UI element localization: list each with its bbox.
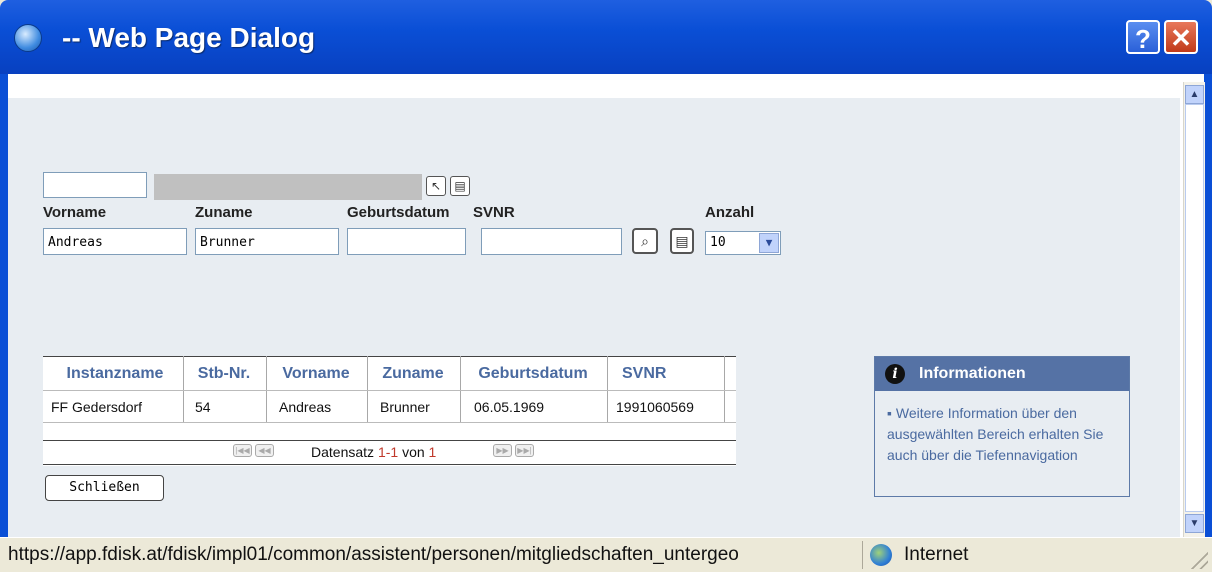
cell-instanzname: FF Gedersdorf bbox=[51, 399, 143, 415]
zuname-label: Zuname bbox=[195, 204, 253, 221]
column-header-stb-nr[interactable]: Stb-Nr. bbox=[184, 359, 264, 389]
content-area: ↖ ▤ Vorname Zuname Geburtsdatum SVNR Anz… bbox=[8, 98, 1180, 537]
header-divider bbox=[43, 390, 736, 391]
column-header-svnr[interactable]: SVNR bbox=[608, 359, 732, 389]
resize-grip-icon[interactable] bbox=[1188, 549, 1208, 569]
pointer-icon[interactable]: ↖ bbox=[426, 176, 446, 196]
globe-icon bbox=[870, 544, 892, 566]
dialog-client-area: ↖ ▤ Vorname Zuname Geburtsdatum SVNR Anz… bbox=[8, 74, 1205, 537]
anzahl-label: Anzahl bbox=[705, 204, 755, 221]
pager-of: von bbox=[402, 444, 425, 460]
table-top-border bbox=[43, 356, 736, 357]
zuname-input[interactable]: Brunner bbox=[195, 228, 339, 255]
status-bar: https://app.fdisk.at/fdisk/impl01/common… bbox=[0, 537, 1212, 572]
cell-geburtsdatum: 06.05.1969 bbox=[474, 399, 545, 415]
column-divider bbox=[266, 356, 267, 422]
column-header-geburtsdatum[interactable]: Geburtsdatum bbox=[461, 359, 605, 389]
info-icon: i bbox=[885, 364, 905, 384]
column-divider bbox=[460, 356, 461, 422]
window-title: -- Web Page Dialog bbox=[62, 22, 316, 53]
ie-icon bbox=[14, 24, 42, 52]
column-divider bbox=[183, 356, 184, 422]
info-panel-header: i Informationen bbox=[875, 357, 1129, 391]
title-bar: -- Web Page Dialog ? ✕ bbox=[0, 0, 1212, 74]
selected-name-display bbox=[154, 174, 422, 200]
cell-zuname: Brunner bbox=[380, 399, 430, 415]
column-divider bbox=[367, 356, 368, 422]
column-header-vorname[interactable]: Vorname bbox=[267, 359, 365, 389]
window-frame-right bbox=[1204, 74, 1212, 537]
list-icon[interactable]: ▤ bbox=[450, 176, 470, 196]
pager-text: Datensatz 1-1 von 1 bbox=[311, 442, 436, 462]
scroll-down-icon[interactable]: ▼ bbox=[1185, 514, 1204, 533]
vertical-scrollbar[interactable]: ▲ ▼ bbox=[1183, 82, 1205, 537]
column-divider bbox=[607, 356, 608, 422]
scrollbar-thumb[interactable] bbox=[1185, 104, 1204, 512]
pager-bottom-border bbox=[43, 464, 736, 465]
magnifier-icon[interactable]: ⌕ bbox=[632, 228, 658, 254]
help-button[interactable]: ? bbox=[1126, 20, 1160, 54]
close-window-button[interactable]: ✕ bbox=[1164, 20, 1198, 54]
pager-range: 1-1 bbox=[377, 444, 399, 460]
pager-prefix: Datensatz bbox=[311, 444, 375, 460]
vorname-input[interactable]: Andreas bbox=[43, 228, 187, 255]
svnr-label: SVNR bbox=[473, 204, 515, 221]
chevron-down-icon[interactable]: ▼ bbox=[759, 233, 779, 253]
scroll-up-icon[interactable]: ▲ bbox=[1185, 85, 1204, 104]
window-frame-left bbox=[0, 74, 8, 537]
cell-svnr: 1991060569 bbox=[616, 399, 694, 415]
column-header-zuname[interactable]: Zuname bbox=[368, 359, 458, 389]
cell-vorname: Andreas bbox=[279, 399, 332, 415]
next-page-icon[interactable]: ▶▶ bbox=[493, 444, 512, 457]
pager-total: 1 bbox=[428, 444, 437, 460]
list-icon[interactable]: ▤ bbox=[670, 228, 694, 254]
prev-page-icon[interactable]: ◀◀ bbox=[255, 444, 274, 457]
code-input[interactable] bbox=[43, 172, 147, 198]
status-divider bbox=[862, 541, 863, 569]
row-divider bbox=[43, 422, 736, 423]
results-table: Instanzname Stb-Nr. Vorname Zuname Gebur… bbox=[43, 356, 736, 466]
column-divider bbox=[724, 356, 725, 422]
last-page-icon[interactable]: ▶▶| bbox=[515, 444, 534, 457]
first-page-icon[interactable]: |◀◀ bbox=[233, 444, 252, 457]
column-header-instanzname[interactable]: Instanzname bbox=[49, 359, 181, 389]
info-panel: i Informationen ▪ Weitere Information üb… bbox=[874, 356, 1130, 497]
geburtsdatum-label: Geburtsdatum bbox=[347, 204, 450, 221]
cell-stb-nr: 54 bbox=[195, 399, 211, 415]
info-text: ▪ Weitere Information über den ausgewähl… bbox=[887, 405, 1104, 463]
geburtsdatum-input[interactable] bbox=[347, 228, 466, 255]
pager-top-border bbox=[43, 440, 736, 441]
vorname-label: Vorname bbox=[43, 204, 107, 221]
status-url: https://app.fdisk.at/fdisk/impl01/common… bbox=[8, 544, 739, 565]
anzahl-value: 10 bbox=[710, 235, 726, 250]
anzahl-select[interactable]: 10 ▼ bbox=[705, 231, 781, 255]
close-button[interactable]: Schließen bbox=[45, 475, 164, 501]
svnr-input[interactable] bbox=[481, 228, 622, 255]
info-title: Informationen bbox=[919, 365, 1026, 382]
security-zone: Internet bbox=[904, 544, 969, 565]
